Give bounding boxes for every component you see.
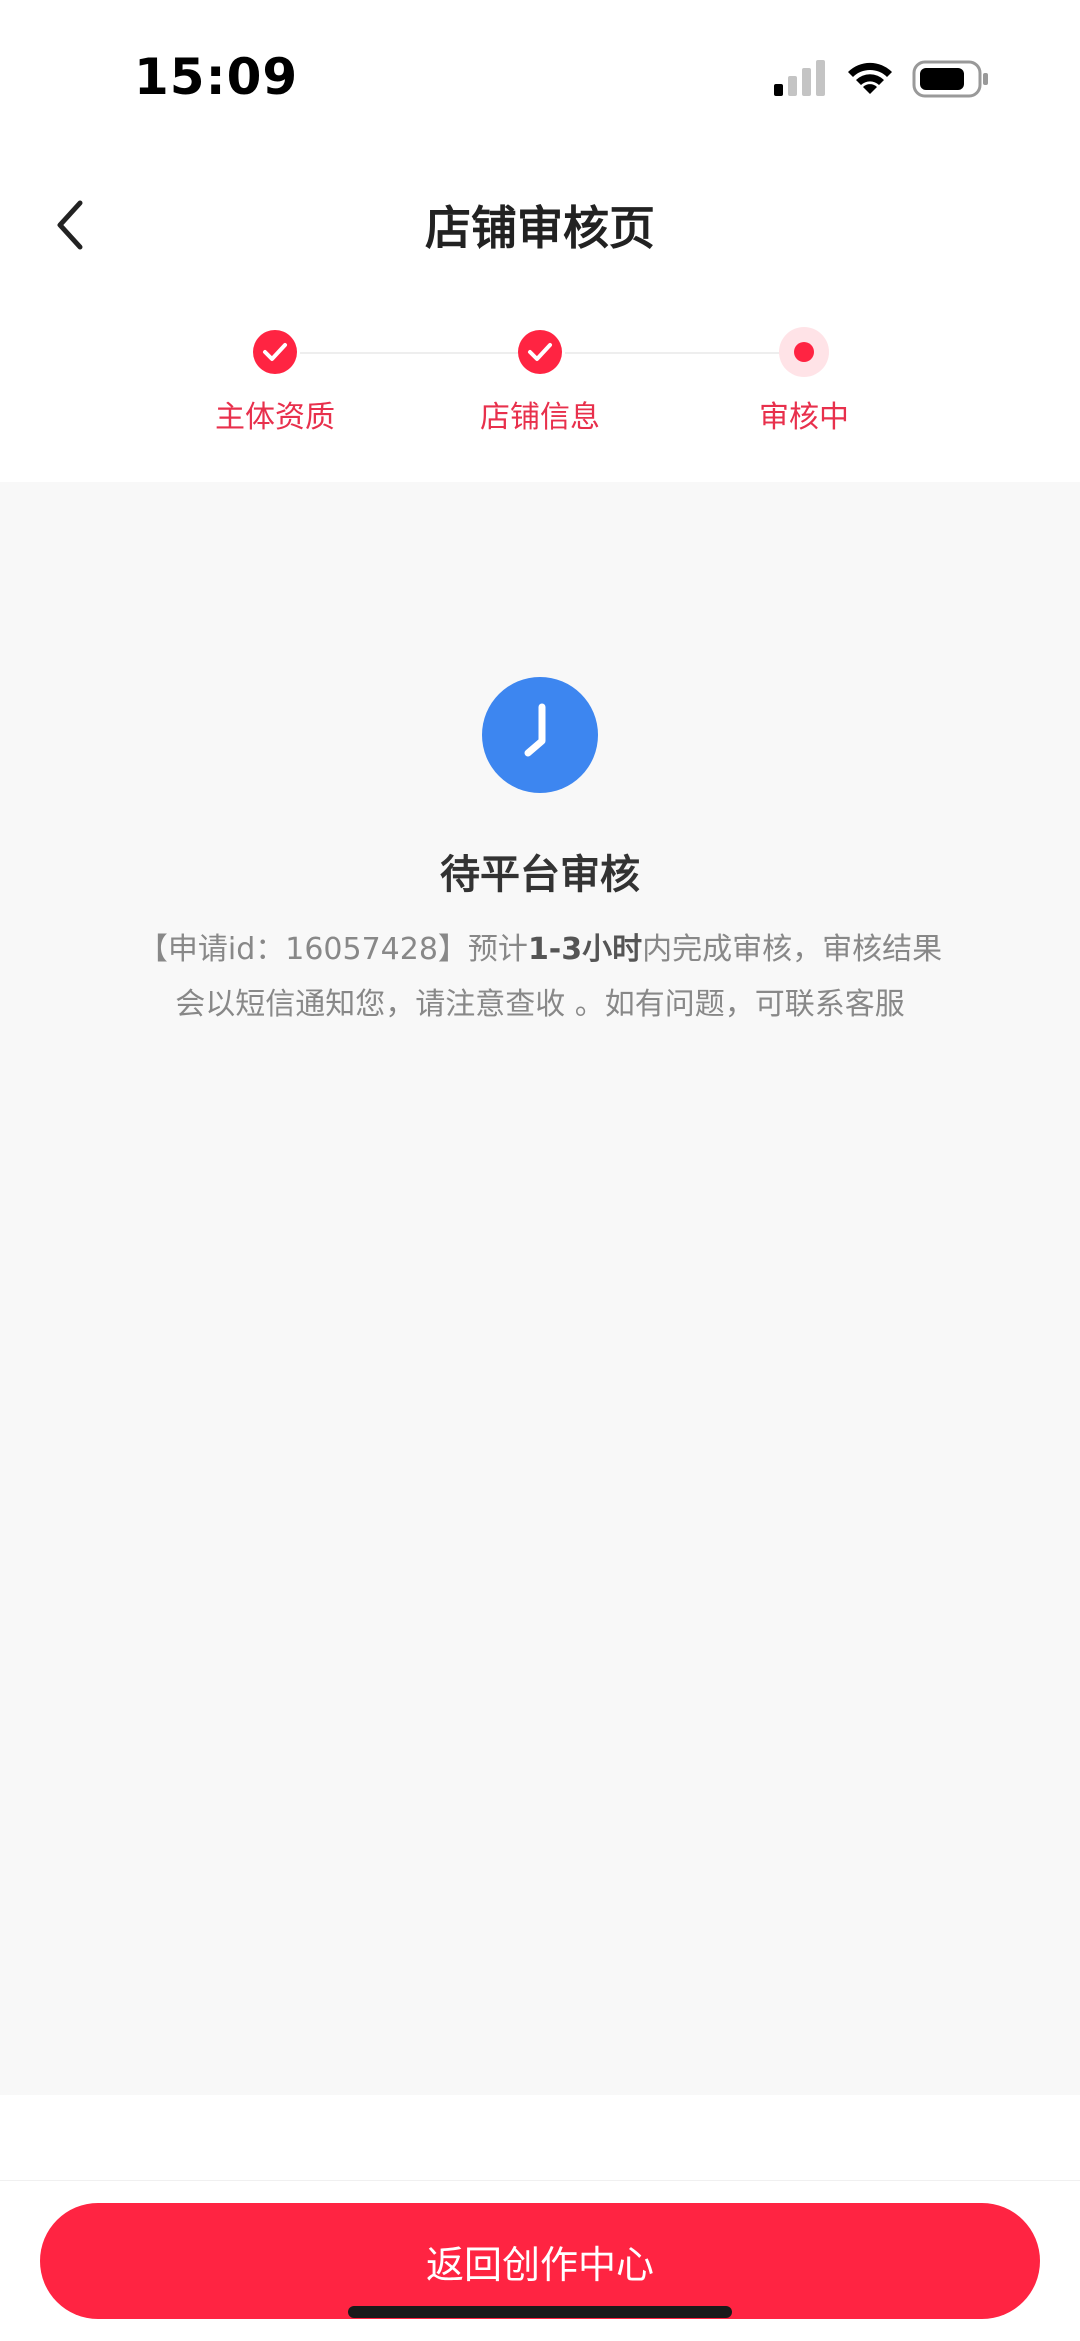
status-description: 【申请id：16057428】预计1-3小时内完成审核，审核结果会以短信通知您，…: [130, 922, 950, 1032]
step-under-review: 审核中: [684, 327, 924, 436]
home-indicator: [348, 2306, 732, 2318]
step-label: 审核中: [759, 400, 849, 435]
page-title: 店铺审核页: [425, 201, 655, 255]
return-creator-center-button[interactable]: 返回创作中心: [40, 2203, 1040, 2319]
desc-duration: 1-3小时: [527, 932, 643, 967]
clock-icon: [482, 677, 598, 793]
step-label: 店铺信息: [480, 400, 600, 435]
step-subject-qualification: 主体资质: [155, 330, 395, 436]
step-done-indicator: [518, 330, 562, 374]
desc-prefix: 【申请id：16057428】预计: [137, 932, 528, 967]
signal-icon: [774, 60, 825, 96]
status-bar: 15:09: [0, 0, 1080, 160]
status-title: 待平台审核: [440, 852, 640, 898]
step-done-indicator: [253, 330, 297, 374]
wifi-icon: [848, 62, 892, 94]
current-dot: [794, 342, 814, 362]
step-label: 主体资质: [215, 400, 335, 435]
check-icon: [263, 343, 287, 361]
step-store-info: 店铺信息: [420, 330, 660, 436]
battery-icon: [912, 60, 988, 98]
status-time: 15:09: [134, 48, 299, 106]
step-current-indicator: [779, 327, 829, 377]
footer-divider: [0, 2180, 1080, 2181]
clock-hands: [524, 703, 546, 757]
review-status-panel: 待平台审核 【申请id：16057428】预计1-3小时内完成审核，审核结果会以…: [0, 482, 1080, 2095]
check-icon: [528, 343, 552, 361]
progress-stepper: 主体资质 店铺信息 审核中: [0, 320, 1080, 480]
nav-bar: 店铺审核页: [0, 170, 1080, 280]
